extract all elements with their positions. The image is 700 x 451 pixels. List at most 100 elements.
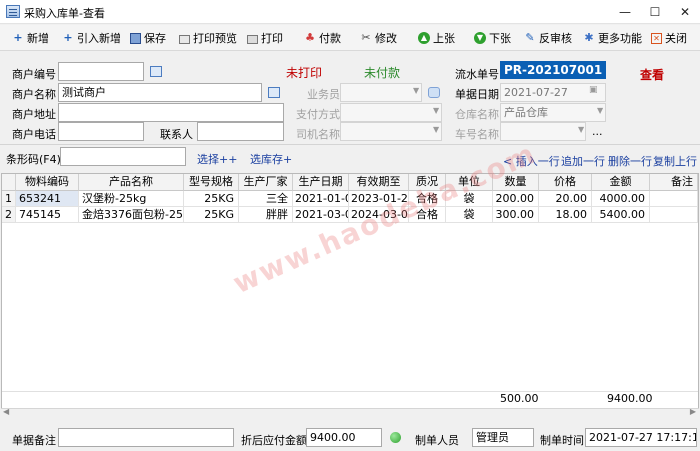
column-header[interactable]: 生产日期 (293, 174, 349, 191)
more-functions-button[interactable]: ✱ 更多功能 (583, 29, 642, 47)
print-preview-icon (179, 34, 190, 44)
customer-code-label: 商户编号 (12, 68, 56, 81)
scroll-right-icon[interactable]: ▶ (690, 407, 696, 416)
column-header[interactable]: 物料编码 (16, 174, 79, 191)
table-cell[interactable]: 三全 (239, 191, 293, 207)
table-cell[interactable]: 745145 (16, 207, 79, 223)
unapprove-button-label: 反审核 (539, 32, 572, 45)
column-header[interactable]: 产品名称 (79, 174, 184, 191)
maximize-button[interactable]: ☐ (640, 0, 670, 24)
close-button[interactable]: ✕ 关闭 (651, 29, 687, 47)
import-new-button[interactable]: + 引入新增 (62, 29, 121, 47)
column-header[interactable]: 价格 (539, 174, 592, 191)
save-button[interactable]: 保存 (130, 29, 166, 47)
print-button[interactable]: 打印 (247, 29, 283, 47)
column-header[interactable]: 有效期至 (349, 174, 409, 191)
payment-method-label: 支付方式 (296, 108, 340, 121)
payment-button[interactable]: ♣ 付款 (304, 29, 341, 47)
table-cell[interactable]: 金焙3376面包粉-25kg (79, 207, 184, 223)
serial-number-input[interactable]: PR-202107001 (500, 61, 606, 79)
barcode-input[interactable] (60, 147, 186, 166)
table-cell[interactable]: 4000.00 (592, 191, 650, 207)
customer-address-input[interactable] (58, 103, 284, 122)
chevron-down-icon: ▼ (597, 106, 604, 115)
maker-input[interactable]: 管理员 (472, 428, 534, 447)
totals-divider (2, 391, 698, 392)
payment-method-select[interactable] (340, 103, 442, 122)
driver-label: 司机名称 (296, 128, 340, 141)
column-header[interactable]: 生产厂家 (239, 174, 293, 191)
select-stock-link[interactable]: 选库存+ (250, 151, 292, 167)
unapprove-button[interactable]: ✎ 反审核 (524, 29, 572, 47)
customer-phone-input[interactable] (58, 122, 144, 141)
table-cell[interactable]: 汉堡粉-25kg (79, 191, 184, 207)
driver-select[interactable] (340, 122, 442, 141)
table-cell[interactable]: 20.00 (539, 191, 592, 207)
minimize-button[interactable]: — (610, 0, 640, 24)
plus-icon: + (13, 31, 23, 44)
table-cell[interactable]: 5400.00 (592, 207, 650, 223)
arrow-up-icon: ▲ (418, 32, 430, 44)
print-preview-button[interactable]: 打印预览 (179, 29, 237, 47)
edit-button-label: 修改 (375, 32, 397, 45)
payment-button-label: 付款 (319, 32, 341, 45)
eraser-icon[interactable] (428, 87, 440, 98)
table-cell[interactable]: 653241 (16, 191, 79, 207)
payable-amount-input[interactable]: 9400.00 (306, 428, 382, 447)
edit-button[interactable]: ✂ 修改 (360, 29, 397, 47)
table-cell[interactable]: 胖胖 (239, 207, 293, 223)
barcode-label: 条形码(F4) (6, 153, 61, 166)
table-cell[interactable]: 袋 (446, 207, 493, 223)
table-cell[interactable] (650, 191, 698, 207)
print-preview-button-label: 打印预览 (193, 32, 237, 45)
warehouse-select[interactable]: 产品仓库 (500, 103, 606, 122)
column-header[interactable]: 金额 (592, 174, 650, 191)
close-button-label: 关闭 (665, 32, 687, 45)
prev-record-button[interactable]: ▲ 上张 (418, 29, 455, 47)
table-cell[interactable]: 200.00 (493, 191, 539, 207)
serial-number-label: 流水单号 (455, 68, 499, 81)
row-number: 1 (2, 191, 16, 207)
table-cell[interactable]: 300.00 (493, 207, 539, 223)
table-cell[interactable] (650, 207, 698, 223)
horizontal-scrollbar[interactable]: ◀ ▶ (1, 407, 699, 419)
row-number: 2 (2, 207, 16, 223)
table-cell[interactable]: 25KG (184, 207, 239, 223)
import-new-button-label: 引入新增 (77, 32, 121, 45)
customer-name-input[interactable]: 测试商户 (58, 83, 262, 102)
remark-input[interactable] (58, 428, 234, 447)
customer-phone-label: 商户电话 (12, 128, 56, 141)
table-cell[interactable]: 2021-01-03 (293, 191, 349, 207)
table-cell[interactable]: 25KG (184, 191, 239, 207)
select-link[interactable]: 选择++ (197, 151, 237, 167)
plus-icon: + (63, 31, 73, 44)
items-grid: 物料编码 产品名称 型号规格 生产厂家 生产日期 有效期至 质况 单位 数量 价… (1, 173, 699, 410)
disk-icon (130, 32, 141, 44)
copy-row-link[interactable]: 复制上行 (653, 153, 697, 169)
column-header[interactable] (2, 174, 16, 191)
vehicle-more-button[interactable]: ... (592, 125, 603, 138)
window-close-button[interactable]: ✕ (670, 0, 700, 24)
append-row-link[interactable]: 追加一行 (561, 153, 605, 169)
contact-input[interactable] (197, 122, 284, 141)
window-title: 采购入库单-查看 (24, 7, 105, 20)
salesman-select[interactable] (340, 83, 422, 102)
lookup-icon[interactable] (150, 66, 162, 77)
column-header[interactable]: 型号规格 (184, 174, 239, 191)
vehicle-select[interactable] (500, 122, 586, 141)
new-button[interactable]: + 新增 (12, 29, 49, 47)
column-header[interactable]: 备注 (650, 174, 698, 191)
chevron-down-icon: ▼ (413, 86, 420, 95)
lookup-icon[interactable] (268, 87, 280, 98)
table-cell[interactable]: 18.00 (539, 207, 592, 223)
scroll-left-icon[interactable]: ◀ (3, 407, 9, 416)
next-record-button[interactable]: ▼ 下张 (474, 29, 511, 47)
more-functions-button-label: 更多功能 (598, 32, 642, 45)
calendar-icon[interactable]: ▣ (589, 85, 598, 95)
next-record-button-label: 下张 (489, 32, 511, 45)
title-bar: 采购入库单-查看 — ☐ ✕ (0, 0, 700, 24)
make-time-input[interactable]: 2021-07-27 17:17:14 (585, 428, 697, 447)
delete-row-link[interactable]: 删除一行 (608, 153, 652, 169)
customer-code-input[interactable] (58, 62, 144, 81)
unapprove-icon: ✎ (525, 31, 535, 44)
